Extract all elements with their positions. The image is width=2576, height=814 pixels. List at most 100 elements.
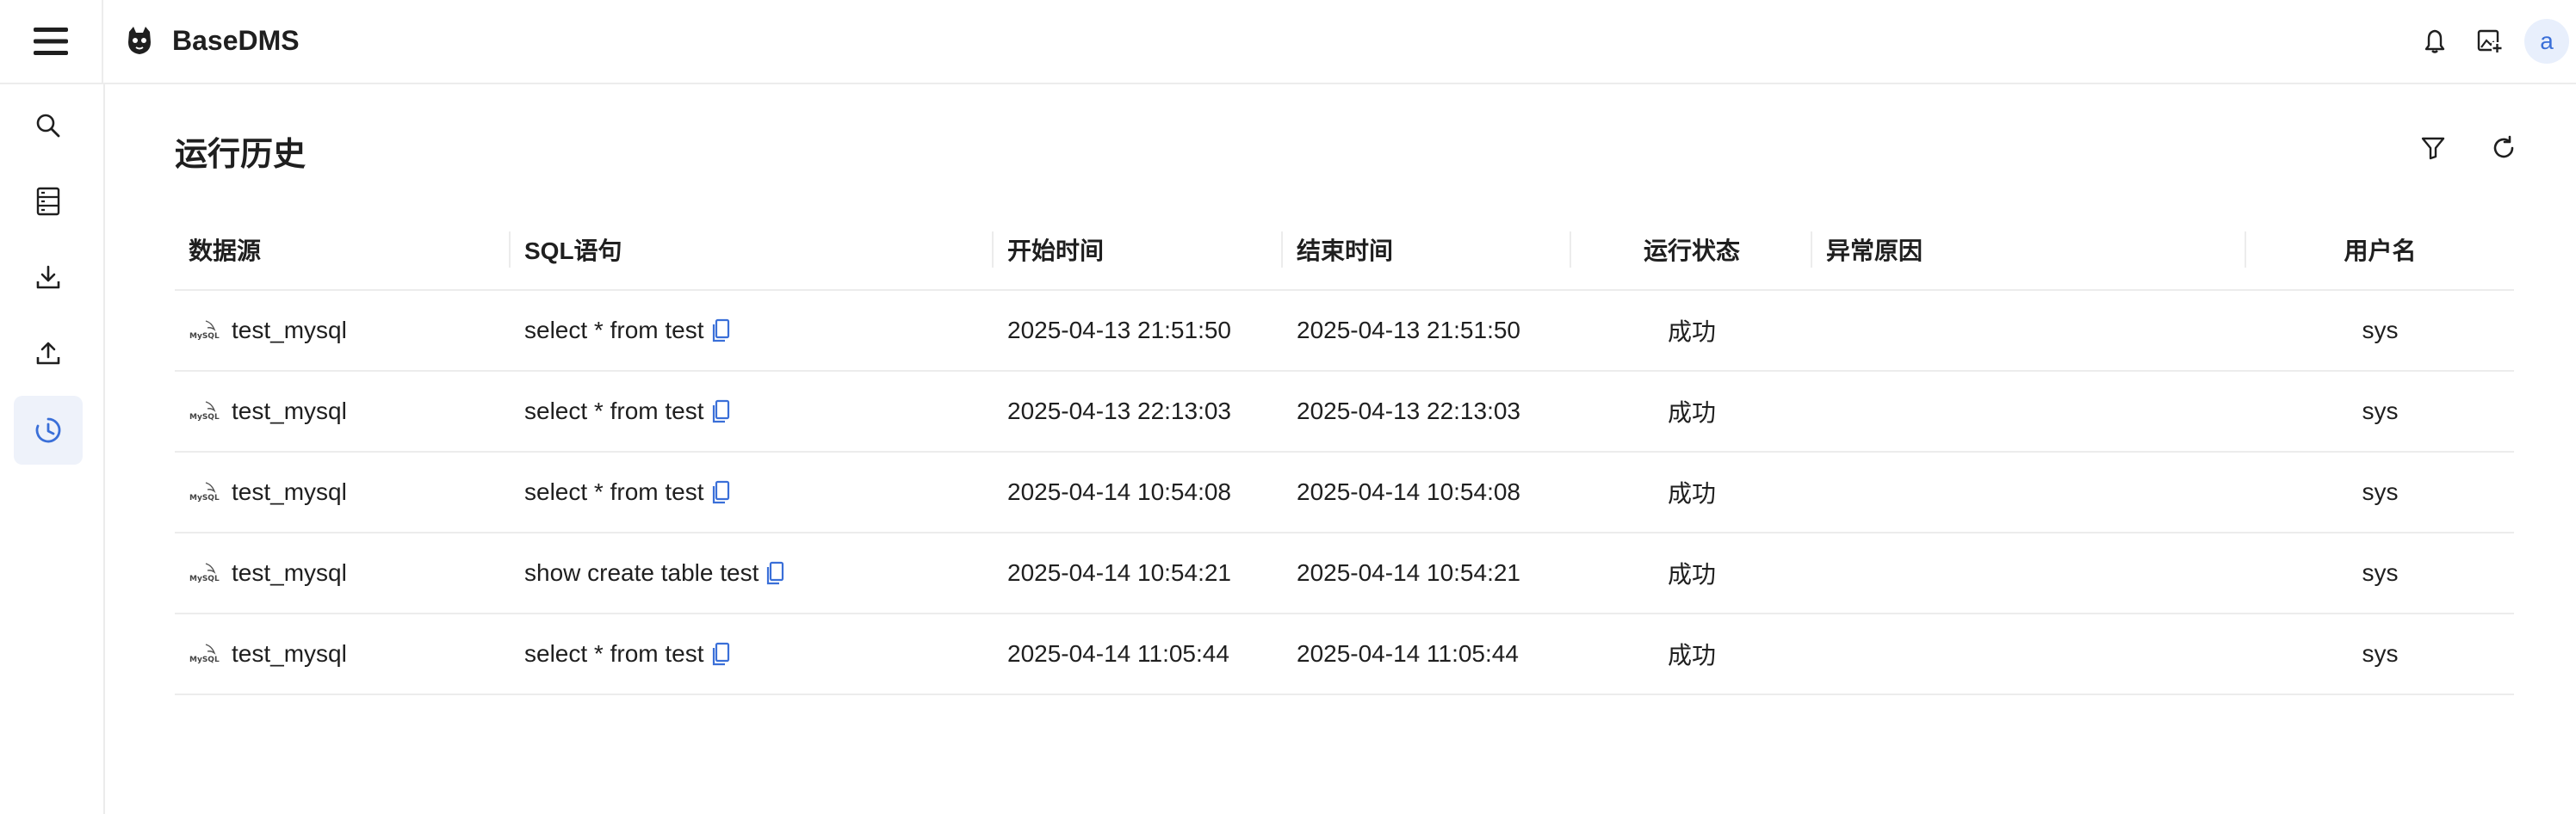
cell-error: [1812, 290, 2246, 371]
column-header-user[interactable]: 用户名: [2246, 209, 2514, 290]
mysql-icon: MySQL: [189, 479, 220, 505]
cell-status: 成功: [1667, 318, 1716, 345]
download-icon: [36, 265, 60, 289]
cell-sql: show create table test: [511, 533, 994, 614]
filter-icon: [2421, 137, 2445, 160]
page-actions: [2390, 120, 2531, 176]
column-header-status[interactable]: 运行状态: [1571, 209, 1812, 290]
copy-icon[interactable]: [765, 560, 786, 586]
refresh-button[interactable]: [2476, 120, 2531, 176]
column-header-start-time[interactable]: 开始时间: [994, 209, 1283, 290]
table-row[interactable]: MySQL test_mysql select * from test 2025…: [175, 291, 2514, 372]
table-row[interactable]: MySQL test_mysql select * from test 2025…: [175, 453, 2514, 533]
sql-text: select * from test: [524, 317, 704, 343]
search-icon: [36, 114, 60, 138]
cell-status: 成功: [1667, 480, 1716, 507]
page-title: 运行历史: [175, 137, 307, 173]
cell-sql: select * from test: [511, 371, 994, 452]
cell-user: sys: [2362, 640, 2399, 667]
history-icon: [35, 417, 61, 443]
menu-button[interactable]: [0, 0, 103, 83]
sql-text: show create table test: [524, 559, 759, 586]
cell-start-time: 2025-04-13 21:51:50: [1007, 317, 1231, 343]
cell-user: sys: [2362, 478, 2399, 505]
column-header-sql[interactable]: SQL语句: [511, 209, 994, 290]
table-row[interactable]: MySQL test_mysql select * from test 2025…: [175, 614, 2514, 695]
cell-datasource: MySQL test_mysql: [175, 371, 511, 452]
cell-datasource: MySQL test_mysql: [175, 452, 511, 533]
table-row[interactable]: MySQL test_mysql select * from test 2025…: [175, 372, 2514, 453]
cell-user: sys: [2362, 398, 2399, 424]
cell-start-time: 2025-04-14 10:54:08: [1007, 478, 1231, 505]
cell-error: [1812, 371, 2246, 452]
cell-datasource: MySQL test_mysql: [175, 290, 511, 371]
datasource-name[interactable]: test_mysql: [232, 398, 347, 425]
hamburger-icon: [34, 28, 68, 55]
cell-datasource: MySQL test_mysql: [175, 533, 511, 614]
top-actions: a: [2407, 0, 2576, 83]
notifications-button[interactable]: [2407, 14, 2462, 69]
mysql-icon: MySQL: [189, 641, 220, 667]
image-add-button[interactable]: [2462, 14, 2517, 69]
datasource-name[interactable]: test_mysql: [232, 559, 347, 587]
mysql-icon: MySQL: [189, 318, 220, 343]
table-row[interactable]: MySQL test_mysql show create table test …: [175, 533, 2514, 614]
cell-end-time: 2025-04-14 10:54:08: [1297, 478, 1520, 505]
bell-icon: [2424, 29, 2445, 53]
logo-icon: [128, 27, 151, 54]
cell-sql: select * from test: [511, 614, 994, 694]
column-header-datasource[interactable]: 数据源: [175, 209, 511, 290]
cell-sql: select * from test: [511, 290, 994, 371]
cell-user: sys: [2362, 317, 2399, 343]
cell-error: [1812, 452, 2246, 533]
cell-start-time: 2025-04-14 10:54:21: [1007, 559, 1231, 586]
upload-icon: [36, 342, 60, 365]
app-title: BaseDMS: [172, 24, 300, 56]
datasource-name[interactable]: test_mysql: [232, 478, 347, 506]
svg-text:MySQL: MySQL: [189, 656, 220, 664]
datasource-name[interactable]: test_mysql: [232, 640, 347, 668]
sidebar: [0, 84, 105, 814]
user-avatar[interactable]: a: [2524, 19, 2569, 64]
cell-sql: select * from test: [511, 452, 994, 533]
svg-text:MySQL: MySQL: [189, 332, 220, 341]
column-header-error[interactable]: 异常原因: [1812, 209, 2246, 290]
refresh-icon: [2493, 135, 2514, 158]
sidebar-item-upload[interactable]: [14, 318, 83, 387]
table-header: 数据源 SQL语句 开始时间 结束时间 运行状态 异常原因 用户名: [175, 210, 2514, 291]
cell-start-time: 2025-04-13 22:13:03: [1007, 398, 1231, 424]
brand[interactable]: BaseDMS: [122, 19, 300, 62]
sql-text: select * from test: [524, 640, 704, 667]
top-bar: BaseDMS a: [0, 0, 2576, 84]
column-header-end-time[interactable]: 结束时间: [1283, 209, 1571, 290]
cell-end-time: 2025-04-14 11:05:44: [1297, 640, 1519, 667]
cell-datasource: MySQL test_mysql: [175, 614, 511, 694]
cell-error: [1812, 533, 2246, 614]
image-add-icon: [2477, 29, 2503, 53]
sidebar-item-download[interactable]: [14, 243, 83, 311]
svg-text:MySQL: MySQL: [189, 494, 220, 503]
sql-text: select * from test: [524, 398, 704, 424]
datasource-name[interactable]: test_mysql: [232, 317, 347, 344]
sidebar-item-database[interactable]: [14, 167, 83, 236]
copy-icon[interactable]: [711, 318, 732, 343]
filter-button[interactable]: [2406, 120, 2461, 176]
copy-icon[interactable]: [711, 398, 732, 424]
cell-error: [1812, 614, 2246, 694]
cell-end-time: 2025-04-14 10:54:21: [1297, 559, 1520, 586]
cell-user: sys: [2362, 559, 2399, 586]
copy-icon[interactable]: [711, 479, 732, 505]
cell-status: 成功: [1667, 642, 1716, 669]
svg-text:MySQL: MySQL: [189, 413, 220, 422]
cell-status: 成功: [1667, 561, 1716, 588]
history-table: 数据源 SQL语句 开始时间 结束时间 运行状态 异常原因 用户名 MySQL …: [175, 210, 2514, 695]
copy-icon[interactable]: [711, 641, 732, 667]
sql-text: select * from test: [524, 478, 704, 505]
mysql-icon: MySQL: [189, 560, 220, 586]
cell-status: 成功: [1667, 399, 1716, 426]
database-icon: [36, 187, 60, 216]
sidebar-item-search[interactable]: [14, 91, 83, 160]
sidebar-item-history[interactable]: [14, 396, 83, 465]
table-body: MySQL test_mysql select * from test 2025…: [175, 291, 2514, 695]
cell-end-time: 2025-04-13 22:13:03: [1297, 398, 1520, 424]
